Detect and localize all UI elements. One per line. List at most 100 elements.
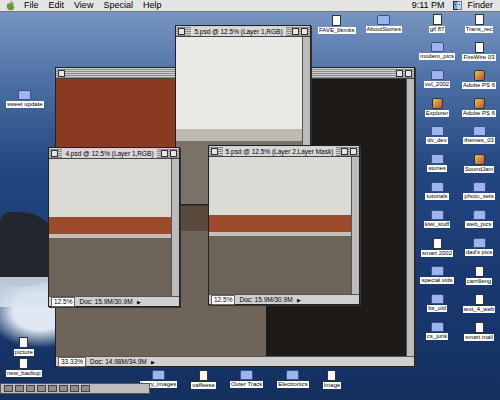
menu-item[interactable]: Special [102, 0, 134, 11]
control-strip-button[interactable] [70, 385, 79, 392]
icon-label[interactable]: themes_03 [463, 137, 495, 144]
control-strip-button[interactable] [26, 385, 35, 392]
zoom-field[interactable]: 12.5% [211, 295, 235, 305]
desktop-icon[interactable]: smart 2002 [416, 238, 458, 266]
file-icon[interactable] [19, 337, 28, 348]
desktop-icon[interactable]: cs_junk [416, 322, 458, 350]
desktop-icon[interactable]: gif 87 [416, 14, 458, 42]
collapse-box-icon[interactable] [170, 150, 177, 157]
icon-label[interactable]: kiwi_stuff [424, 221, 451, 228]
desktop-icon[interactable]: tutorials [416, 182, 458, 210]
menu-item[interactable]: Edit [48, 0, 66, 11]
icon-label[interactable]: AboutStories [366, 26, 402, 33]
icon-label[interactable]: gif 87 [429, 26, 446, 33]
status-menu-arrow[interactable]: ▶ [151, 358, 155, 366]
icon-label[interactable]: carrilleng [466, 278, 492, 285]
zoom-box-icon[interactable] [396, 70, 403, 77]
clock[interactable]: 9:11 PM [411, 0, 446, 11]
control-strip[interactable] [0, 383, 150, 394]
close-box-icon[interactable] [211, 148, 218, 155]
control-strip-button[interactable] [59, 385, 68, 392]
icon-label[interactable]: photo_sets [463, 193, 494, 200]
desktop-icon[interactable]: Adobe PS 6 [458, 98, 500, 126]
folder-icon[interactable] [431, 210, 444, 220]
folder-icon[interactable] [431, 154, 444, 164]
folder-icon[interactable] [431, 182, 444, 192]
control-strip-button[interactable] [4, 385, 13, 392]
close-box-icon[interactable] [178, 28, 185, 35]
desktop-icon[interactable]: AboutStories [366, 15, 402, 34]
desktop-icon[interactable]: new_backup [6, 358, 42, 377]
icon-label[interactable]: bs_old [427, 305, 447, 312]
icon-label[interactable]: dv_dev [426, 137, 447, 144]
icon-label[interactable]: new_backup [6, 370, 42, 377]
folder-icon[interactable] [431, 266, 444, 276]
status-menu-arrow[interactable]: ▶ [137, 298, 141, 306]
file-icon[interactable] [199, 370, 208, 381]
desktop-icon[interactable]: Electronics [277, 370, 308, 389]
desktop-icon[interactable]: modem_pics [416, 42, 458, 70]
icon-label[interactable]: text_4_web [463, 306, 496, 313]
folder-icon[interactable] [240, 370, 253, 380]
close-box-icon[interactable] [58, 70, 65, 77]
desktop-icon[interactable]: text_4_web [458, 294, 500, 322]
folder-icon[interactable] [431, 42, 444, 52]
folder-icon[interactable] [473, 210, 486, 220]
status-menu-arrow[interactable]: ▶ [297, 296, 301, 304]
icon-label[interactable]: Electronics [277, 381, 308, 388]
desktop-icon[interactable]: sweet update [6, 90, 44, 108]
app-icon[interactable] [474, 154, 485, 165]
desktop-icon[interactable]: Outer Track [230, 370, 263, 389]
collapse-box-icon[interactable] [405, 70, 412, 77]
icon-label[interactable]: special vids [420, 277, 453, 284]
desktop-icon[interactable]: smart mail [458, 322, 500, 350]
folder-icon[interactable] [473, 238, 486, 248]
collapse-box-icon[interactable] [350, 148, 357, 155]
desktop-icon[interactable]: photo_sets [458, 182, 500, 210]
file-icon[interactable] [327, 370, 336, 381]
folder-icon[interactable] [152, 370, 165, 380]
desktop-icon[interactable]: dad's pics [458, 238, 500, 266]
menu-item[interactable]: View [73, 0, 94, 11]
icon-label[interactable]: stories [427, 165, 447, 172]
icon-label[interactable]: Trans_rec [465, 26, 494, 33]
icon-label[interactable]: cs_junk [426, 333, 448, 340]
title-bar[interactable]: 4.psd @ 12.5% (Layer 1,RGB) [49, 148, 179, 159]
file-icon[interactable] [332, 15, 341, 26]
icon-label[interactable]: smart mail [464, 334, 494, 341]
desktop-icon[interactable]: bs_old [416, 294, 458, 322]
icon-label[interactable]: Image [323, 382, 342, 389]
icon-label[interactable]: dad's pics [465, 249, 494, 256]
file-icon[interactable] [433, 14, 442, 25]
app-icon[interactable] [474, 98, 485, 109]
icon-label[interactable]: FAVE_bkmks [318, 27, 356, 34]
desktop-icon[interactable]: kiwi_stuff [416, 210, 458, 238]
file-icon[interactable] [475, 42, 484, 53]
zoom-field[interactable]: 33.33% [58, 357, 86, 367]
desktop-icon[interactable]: Trans_rec [458, 14, 500, 42]
collapse-box-icon[interactable] [301, 28, 308, 35]
folder-icon[interactable] [431, 322, 444, 332]
desktop-icon[interactable]: stories [416, 154, 458, 182]
desktop-icon[interactable]: SoundJam [458, 154, 500, 182]
folder-icon[interactable] [18, 90, 31, 100]
document-window[interactable]: 5.psd @ 12.5% (Layer 2,Layer Mask)12.5%D… [208, 145, 360, 305]
file-icon[interactable] [433, 238, 442, 249]
icon-label[interactable]: modem_pics [419, 53, 455, 60]
zoom-box-icon[interactable] [292, 28, 299, 35]
zoom-box-icon[interactable] [341, 148, 348, 155]
desktop-icon[interactable]: FAVE_bkmks [318, 15, 356, 34]
desktop-icon[interactable]: dv_dev [416, 126, 458, 154]
document-window[interactable]: 4.psd @ 12.5% (Layer 1,RGB)12.5%Doc: 15.… [48, 147, 180, 307]
scrollbar[interactable] [351, 157, 359, 294]
folder-icon[interactable] [286, 370, 299, 380]
file-icon[interactable] [475, 294, 484, 305]
desktop-icon[interactable]: picture [6, 337, 42, 356]
folder-icon[interactable] [473, 126, 486, 136]
icon-label[interactable]: picture [14, 349, 34, 356]
zoom-field[interactable]: 12.5% [51, 297, 75, 307]
folder-icon[interactable] [431, 70, 444, 80]
application-menu[interactable]: Finder [453, 0, 494, 11]
app-icon[interactable] [474, 70, 485, 81]
icon-label[interactable]: sweet update [6, 101, 44, 108]
